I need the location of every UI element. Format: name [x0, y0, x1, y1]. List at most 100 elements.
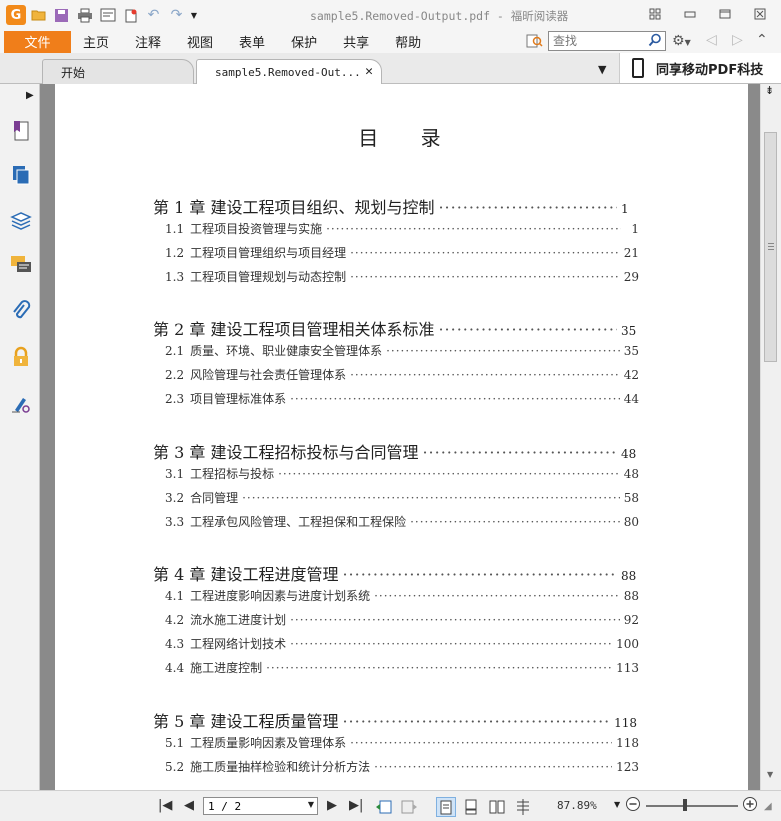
toc-section-entry[interactable]: 3.3 工程承包风险管理、工程担保和工程保险 80	[165, 513, 639, 530]
status-bar: |◀ ◀ ▼ ▶ ▶| 87.89% ▼ ◢	[0, 790, 781, 821]
title-bar: G ↶ ↷ ▼ sample5.Removed-Output.pdf - 福昕阅…	[0, 0, 781, 30]
comments-icon[interactable]	[9, 252, 33, 278]
window-title: sample5.Removed-Output.pdf - 福昕阅读器	[310, 9, 569, 23]
toc-section-entry[interactable]: 3.1 工程招标与投标 48	[165, 465, 639, 482]
toc-chapter-entry[interactable]: 第 5 章 建设工程质量管理 118	[153, 708, 637, 732]
menu-protect[interactable]: 保护	[291, 32, 317, 51]
vertical-scrollbar[interactable]: ⇟ ▼	[760, 84, 781, 790]
toc-section-number: 1.3	[165, 270, 185, 284]
toc-leader-dots	[374, 760, 612, 774]
toc-section-entry[interactable]: 1.2 工程项目管理组织与项目经理 21	[165, 244, 639, 261]
toc-section-title: 风险管理与社会责任管理体系	[190, 368, 347, 382]
customize-toolbar-icon[interactable]: ▼	[189, 5, 199, 26]
facing-view-icon[interactable]	[487, 797, 507, 817]
toc-chapter-entry[interactable]: 第 1 章 建设工程项目组织、规划与控制 1	[153, 194, 637, 218]
tab-list-dropdown-icon[interactable]: ▼	[598, 63, 606, 76]
ribbon-mode-icon[interactable]	[641, 4, 669, 24]
toc-section-entry[interactable]: 2.1 质量、环境、职业健康安全管理体系 35	[165, 342, 639, 359]
new-document-icon[interactable]	[120, 5, 141, 26]
menu-comment[interactable]: 注释	[135, 32, 161, 51]
attachment-paperclip-icon[interactable]	[9, 298, 33, 324]
toc-section-entry[interactable]: 5.1 工程质量影响因素及管理体系 118	[165, 734, 639, 751]
tab-document[interactable]: sample5.Removed-Out... ✕	[196, 59, 382, 84]
last-page-icon[interactable]: ▶|	[349, 798, 363, 813]
nav-back-icon[interactable]: ◁	[706, 32, 717, 48]
toc-section-entry[interactable]: 5.2 施工质量抽样检验和统计分析方法 123	[165, 758, 639, 775]
toc-section-entry[interactable]: 2.3 项目管理标准体系 44	[165, 390, 639, 407]
toc-section-entry[interactable]: 4.4 施工进度控制 113	[165, 659, 639, 676]
first-page-icon[interactable]: |◀	[158, 798, 172, 813]
menu-help[interactable]: 帮助	[395, 32, 421, 51]
continuous-facing-view-icon[interactable]	[513, 797, 533, 817]
toc-section-entry[interactable]: 4.2 流水施工进度计划 92	[165, 611, 639, 628]
toc-chapter-entry[interactable]: 第 4 章 建设工程进度管理 88	[153, 561, 637, 585]
maximize-icon[interactable]	[711, 4, 739, 24]
save-icon[interactable]	[51, 5, 72, 26]
menu-home[interactable]: 主页	[83, 32, 109, 51]
single-page-view-icon[interactable]	[436, 797, 456, 817]
toc-section-number: 2.2	[165, 368, 185, 382]
zoom-slider-track[interactable]	[646, 805, 738, 807]
redo-icon[interactable]: ↷	[166, 5, 187, 26]
toc-chapter-entry[interactable]: 第 2 章 建设工程项目管理相关体系标准 35	[153, 316, 637, 340]
toc-section-number: 3.1	[165, 467, 185, 481]
menu-share[interactable]: 共享	[343, 32, 369, 51]
toc-section-entry[interactable]: 1.1 工程项目投资管理与实施 1	[165, 220, 639, 237]
search-box[interactable]	[548, 31, 666, 51]
toc-leader-dots	[438, 198, 617, 217]
toc-section-entry[interactable]: 4.1 工程进度影响因素与进度计划系统 88	[165, 587, 639, 604]
zoom-out-icon[interactable]	[625, 796, 641, 815]
close-window-icon[interactable]	[746, 4, 774, 24]
collapse-ribbon-icon[interactable]: ⌃	[756, 32, 768, 48]
tab-start[interactable]: 开始	[42, 59, 194, 84]
zoom-slider-thumb[interactable]	[683, 799, 687, 811]
zoom-dropdown-icon[interactable]: ▼	[614, 800, 620, 809]
expand-panel-icon[interactable]: ▶	[26, 90, 34, 101]
properties-icon[interactable]	[97, 5, 118, 26]
nav-forward-icon[interactable]: ▷	[732, 32, 743, 48]
quick-access-toolbar: G ↶ ↷ ▼	[0, 5, 199, 26]
toc-leader-dots	[350, 246, 620, 260]
zoom-level[interactable]: 87.89%	[557, 799, 597, 812]
close-tab-icon[interactable]: ✕	[365, 64, 373, 79]
scrollbar-thumb[interactable]	[764, 132, 777, 362]
mobile-promo-banner[interactable]: 同享移动PDF科技	[619, 53, 781, 83]
menu-form[interactable]: 表单	[239, 32, 265, 51]
settings-gear-icon[interactable]: ⚙▼	[672, 33, 691, 49]
document-viewport[interactable]: 目 录 第 1 章 建设工程项目组织、规划与控制11.1工程项目投资管理与实施1…	[40, 84, 760, 790]
search-input[interactable]	[549, 33, 645, 49]
resize-grip-icon[interactable]: ◢	[764, 801, 772, 812]
layers-icon[interactable]	[9, 208, 33, 234]
page-number-box[interactable]: ▼	[203, 797, 318, 815]
next-view-icon[interactable]	[399, 797, 419, 817]
print-icon[interactable]	[74, 5, 95, 26]
pages-thumbnail-icon[interactable]	[9, 162, 33, 188]
signature-icon[interactable]	[9, 390, 33, 416]
undo-icon[interactable]: ↶	[143, 5, 164, 26]
toc-section-entry[interactable]: 1.3 工程项目管理规划与动态控制 29	[165, 268, 639, 285]
toc-leader-dots	[350, 368, 620, 382]
zoom-in-icon[interactable]	[742, 796, 758, 815]
toc-section-entry[interactable]: 2.2 风险管理与社会责任管理体系 42	[165, 366, 639, 383]
continuous-view-icon[interactable]	[461, 797, 481, 817]
next-page-icon[interactable]: ▶	[327, 798, 337, 813]
toc-chapter-entry[interactable]: 第 3 章 建设工程招标投标与合同管理 48	[153, 439, 637, 463]
bookmark-icon[interactable]	[9, 118, 33, 144]
previous-view-icon[interactable]	[374, 797, 394, 817]
menu-file[interactable]: 文件	[4, 30, 71, 53]
app-logo-icon[interactable]: G	[6, 5, 26, 25]
toc-section-entry[interactable]: 4.3 工程网络计划技术 100	[165, 635, 639, 652]
page-dropdown-icon[interactable]: ▼	[308, 800, 314, 809]
find-advanced-icon[interactable]	[526, 33, 544, 52]
split-view-icon[interactable]: ⇟	[765, 84, 774, 97]
menu-view[interactable]: 视图	[187, 32, 213, 51]
scroll-down-icon[interactable]: ▼	[767, 770, 773, 779]
security-lock-icon[interactable]	[9, 344, 33, 370]
page-number-input[interactable]	[204, 799, 304, 813]
previous-page-icon[interactable]: ◀	[184, 798, 194, 813]
open-folder-icon[interactable]	[28, 5, 49, 26]
minimize-icon[interactable]	[676, 4, 704, 24]
toc-section-entry[interactable]: 3.2 合同管理 58	[165, 489, 639, 506]
toc-section-number: 4.3	[165, 637, 185, 651]
search-icon[interactable]	[648, 33, 662, 50]
